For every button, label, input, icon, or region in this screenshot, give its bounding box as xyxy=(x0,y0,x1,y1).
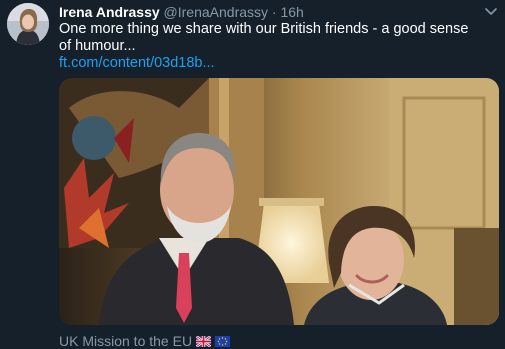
author-name[interactable]: Irena Andrassy xyxy=(59,4,160,20)
media-source[interactable]: UK Mission to the EU xyxy=(59,333,231,349)
author-handle[interactable]: @IrenaAndrassy xyxy=(164,4,268,20)
eu-flag-icon xyxy=(215,335,231,347)
separator: · xyxy=(271,4,277,20)
chevron-down-icon[interactable] xyxy=(483,3,499,19)
tweet-header: Irena Andrassy @IrenaAndrassy · 16h xyxy=(59,3,475,21)
tweet[interactable]: Irena Andrassy @IrenaAndrassy · 16h One … xyxy=(0,0,505,349)
media-source-label: UK Mission to the EU xyxy=(59,333,193,349)
tweet-text: One more thing we share with our British… xyxy=(59,21,469,54)
timestamp[interactable]: 16h xyxy=(280,4,303,20)
tweet-media-photo[interactable] xyxy=(59,78,499,325)
tweet-link[interactable]: ft.com/content/03d18b... xyxy=(59,55,215,72)
author-avatar[interactable] xyxy=(7,3,49,45)
uk-flag-icon xyxy=(196,335,212,347)
